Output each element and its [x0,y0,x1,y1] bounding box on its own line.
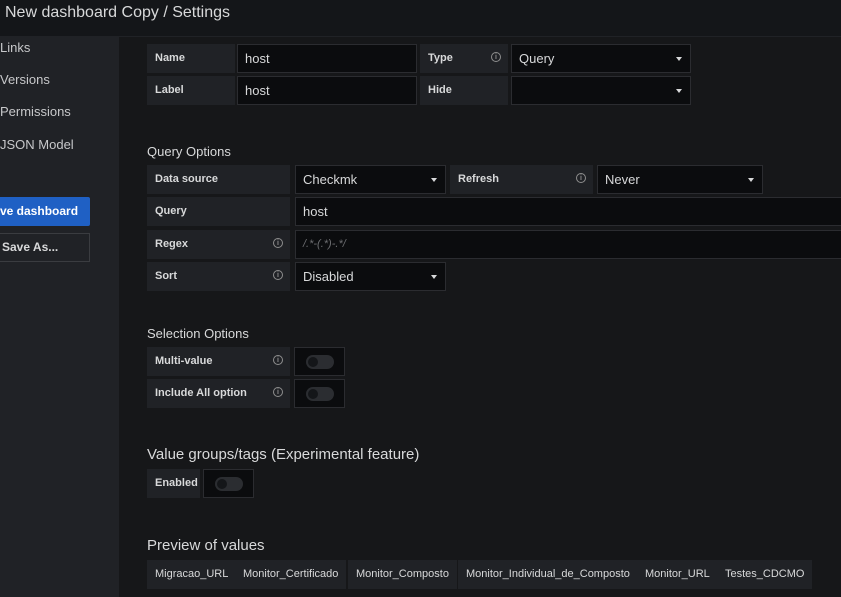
datasource-select[interactable]: Checkmk [295,165,446,194]
value-groups-enabled-switch[interactable] [215,477,243,491]
sidebar-item-json-model[interactable]: JSON Model [0,137,74,152]
info-icon: i [273,270,283,280]
chevron-down-icon [431,178,437,182]
save-dashboard-button[interactable]: ve dashboard [0,197,90,226]
save-as-button[interactable]: Save As... [0,233,90,262]
include-all-label: Include All option i [147,379,290,408]
name-input[interactable]: host [237,44,417,73]
type-label: Type i [420,44,508,73]
top-bar: New dashboard Copy / Settings [0,0,841,37]
sort-label: Sort i [147,262,290,291]
switch-knob [308,389,318,399]
sidebar-item-links[interactable]: Links [0,40,30,55]
regex-label: Regex i [147,230,290,259]
preview-value-chip: Migracao_URL [147,560,237,589]
hide-select[interactable] [511,76,691,105]
info-icon: i [273,355,283,365]
query-label: Query [147,197,290,226]
refresh-select[interactable]: Never [597,165,763,194]
value-groups-title: Value groups/tags (Experimental feature) [147,446,420,463]
preview-value-chip: Monitor_Composto [348,560,457,589]
sidebar-item-versions[interactable]: Versions [0,72,50,87]
preview-value-chip: Monitor_Individual_de_Composto [458,560,638,589]
label-input[interactable]: host [237,76,417,105]
name-label: Name [147,44,235,73]
chevron-down-icon [748,178,754,182]
variable-editor: Name host Type i Query Label host Hide Qu… [119,37,841,597]
chevron-down-icon [676,89,682,93]
datasource-label: Data source [147,165,290,194]
query-input[interactable]: host [295,197,841,226]
include-all-toggle-box [294,379,345,408]
include-all-switch[interactable] [306,387,334,401]
info-icon: i [273,387,283,397]
info-icon: i [576,173,586,183]
preview-value-chip: Monitor_URL [637,560,718,589]
info-icon: i [491,52,501,62]
label-label: Label [147,76,235,105]
sidebar-item-permissions[interactable]: Permissions [0,104,71,119]
value-groups-toggle-box [203,469,254,498]
settings-sidebar: Links Versions Permissions JSON Model [0,37,119,597]
query-options-title: Query Options [147,144,231,159]
multi-value-toggle-box [294,347,345,376]
regex-input[interactable]: /.*-(.*)-.*/ [295,230,841,259]
info-icon: i [273,238,283,248]
chevron-down-icon [676,57,682,61]
switch-knob [308,357,318,367]
chevron-down-icon [431,275,437,279]
preview-value-chip: Testes_CDCMO [717,560,813,589]
hide-label: Hide [420,76,508,105]
multi-value-switch[interactable] [306,355,334,369]
refresh-label: Refresh i [450,165,593,194]
preview-value-chip: Monitor_Certificado [235,560,347,589]
page-title: New dashboard Copy / Settings [5,4,231,21]
type-select[interactable]: Query [511,44,691,73]
value-groups-enabled-label: Enabled [147,469,200,498]
multi-value-label: Multi-value i [147,347,290,376]
preview-title: Preview of values [147,537,265,554]
selection-options-title: Selection Options [147,326,249,341]
sort-select[interactable]: Disabled [295,262,446,291]
switch-knob [217,479,227,489]
